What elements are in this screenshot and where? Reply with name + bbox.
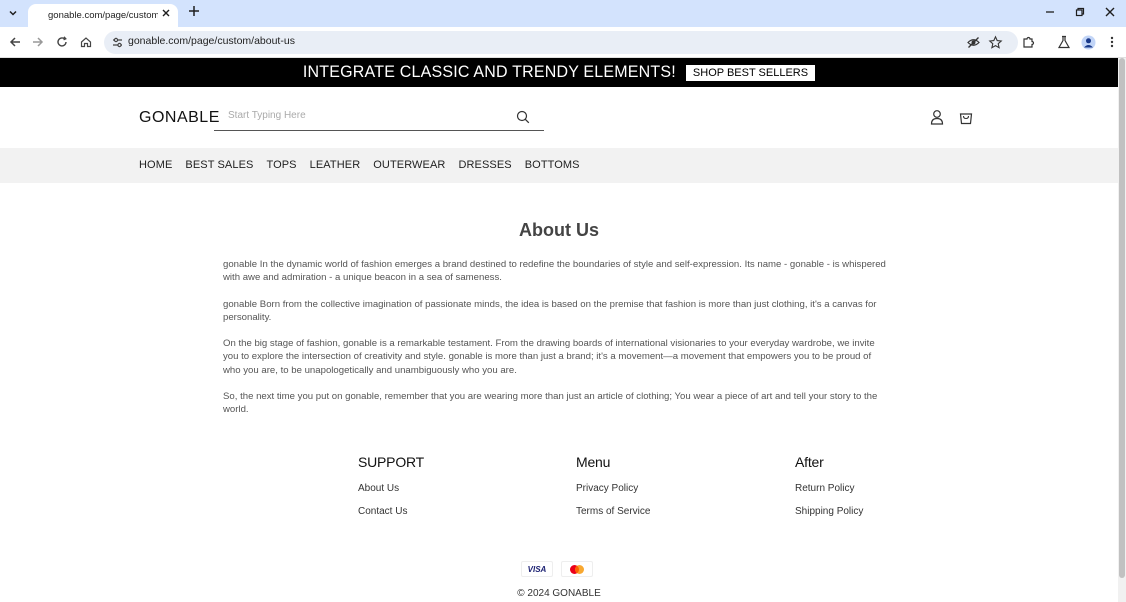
footer-after: After Return Policy Shipping Policy (795, 454, 863, 529)
shopping-bag-icon[interactable] (958, 109, 974, 125)
search-icon[interactable] (516, 110, 530, 124)
profile-icon (1081, 35, 1095, 49)
promo-text: INTEGRATE CLASSIC AND TRENDY ELEMENTS! (302, 63, 676, 81)
flask-icon (1057, 35, 1071, 49)
eye-off-icon[interactable] (966, 35, 981, 50)
minimize-button[interactable] (1040, 4, 1060, 22)
restore-icon (1075, 7, 1085, 17)
browser-toolbar: gonable.com/page/custom/about-us (0, 27, 1126, 58)
page-title: About Us (519, 220, 599, 240)
tune-icon[interactable] (110, 35, 125, 50)
about-paragraph: gonable In the dynamic world of fashion … (223, 259, 886, 284)
nav-item-bottoms[interactable]: BOTTOMS (525, 159, 580, 171)
minimize-icon (1046, 11, 1054, 13)
kebab-menu-icon (1110, 36, 1114, 48)
scroll-thumb[interactable] (1119, 58, 1125, 578)
close-icon (1105, 7, 1115, 17)
footer-menu: Menu Privacy Policy Terms of Service (576, 454, 650, 529)
close-window-button[interactable] (1100, 4, 1120, 22)
nav-item-outerwear[interactable]: OUTERWEAR (373, 159, 445, 171)
copyright: © 2024 GONABLE (517, 588, 601, 599)
footer-heading: After (795, 454, 824, 470)
shop-best-sellers-button[interactable]: SHOP BEST SELLERS (685, 64, 816, 81)
close-tab-button[interactable] (159, 8, 173, 22)
close-icon (162, 9, 170, 17)
nav-item-tops[interactable]: TOPS (266, 159, 296, 171)
site-logo[interactable]: GONABLE (139, 109, 220, 127)
labs-button[interactable] (1056, 34, 1072, 50)
forward-arrow-icon (33, 37, 44, 47)
footer-heading: SUPPORT (358, 454, 425, 470)
plus-icon (189, 6, 199, 16)
footer-link-return-policy[interactable]: Return Policy (795, 483, 863, 494)
about-paragraph: On the big stage of fashion, gonable is … (223, 338, 875, 376)
reload-icon (57, 36, 67, 47)
tab-title: gonable.com/page/custom/about-us (48, 10, 158, 21)
main-nav: HOME BEST SALES TOPS LEATHER OUTERWEAR D… (0, 148, 1118, 183)
forward-button[interactable] (29, 33, 47, 51)
nav-item-leather[interactable]: LEATHER (310, 159, 361, 171)
payment-methods: VISA (521, 561, 593, 577)
home-button[interactable] (77, 33, 95, 51)
profile-button[interactable] (1080, 34, 1096, 50)
visa-label: VISA (527, 564, 547, 574)
extensions-button[interactable] (1021, 34, 1037, 50)
nav-item-home[interactable]: HOME (139, 159, 172, 171)
page-viewport: INTEGRATE CLASSIC AND TRENDY ELEMENTS! S… (0, 58, 1118, 602)
url-text: gonable.com/page/custom/about-us (128, 35, 295, 47)
home-icon (80, 37, 92, 48)
user-icon[interactable] (929, 109, 945, 125)
nav-item-best-sales[interactable]: BEST SALES (185, 159, 253, 171)
about-paragraph: gonable Born from the collective imagina… (223, 298, 877, 323)
reload-button[interactable] (53, 33, 71, 51)
chevron-down-icon (9, 10, 17, 16)
footer-heading: Menu (576, 454, 611, 470)
tab-list-button[interactable] (4, 4, 22, 22)
promo-banner: INTEGRATE CLASSIC AND TRENDY ELEMENTS! S… (0, 58, 1118, 87)
search-input[interactable] (228, 110, 508, 121)
footer-link-shipping-policy[interactable]: Shipping Policy (795, 506, 863, 517)
restore-button[interactable] (1070, 4, 1090, 22)
footer-link-terms-of-service[interactable]: Terms of Service (576, 506, 650, 517)
nav-menu: HOME BEST SALES TOPS LEATHER OUTERWEAR D… (139, 159, 593, 171)
footer-link-about-us[interactable]: About Us (358, 483, 424, 494)
puzzle-icon (1023, 36, 1035, 48)
about-paragraph: So, the next time you put on gonable, re… (223, 391, 878, 416)
back-button[interactable] (6, 33, 24, 51)
back-arrow-icon (9, 37, 20, 47)
page-scrollbar[interactable] (1118, 58, 1126, 602)
browser-tab-bar: gonable.com/page/custom/about-us (0, 0, 1126, 27)
visa-icon: VISA (521, 561, 553, 577)
browser-menu-button[interactable] (1104, 34, 1120, 50)
about-content: gonable In the dynamic world of fashion … (223, 258, 891, 430)
nav-item-dresses[interactable]: DRESSES (458, 159, 511, 171)
star-icon[interactable] (988, 35, 1003, 50)
search-bar (214, 107, 544, 131)
footer-link-privacy-policy[interactable]: Privacy Policy (576, 483, 650, 494)
address-bar[interactable]: gonable.com/page/custom/about-us (104, 31, 1018, 54)
footer-link-contact-us[interactable]: Contact Us (358, 506, 424, 517)
browser-tab[interactable]: gonable.com/page/custom/about-us (28, 4, 178, 27)
site-header: GONABLE (0, 87, 1118, 148)
footer-support: SUPPORT About Us Contact Us (358, 454, 424, 529)
new-tab-button[interactable] (186, 5, 202, 21)
mastercard-icon (561, 561, 593, 577)
